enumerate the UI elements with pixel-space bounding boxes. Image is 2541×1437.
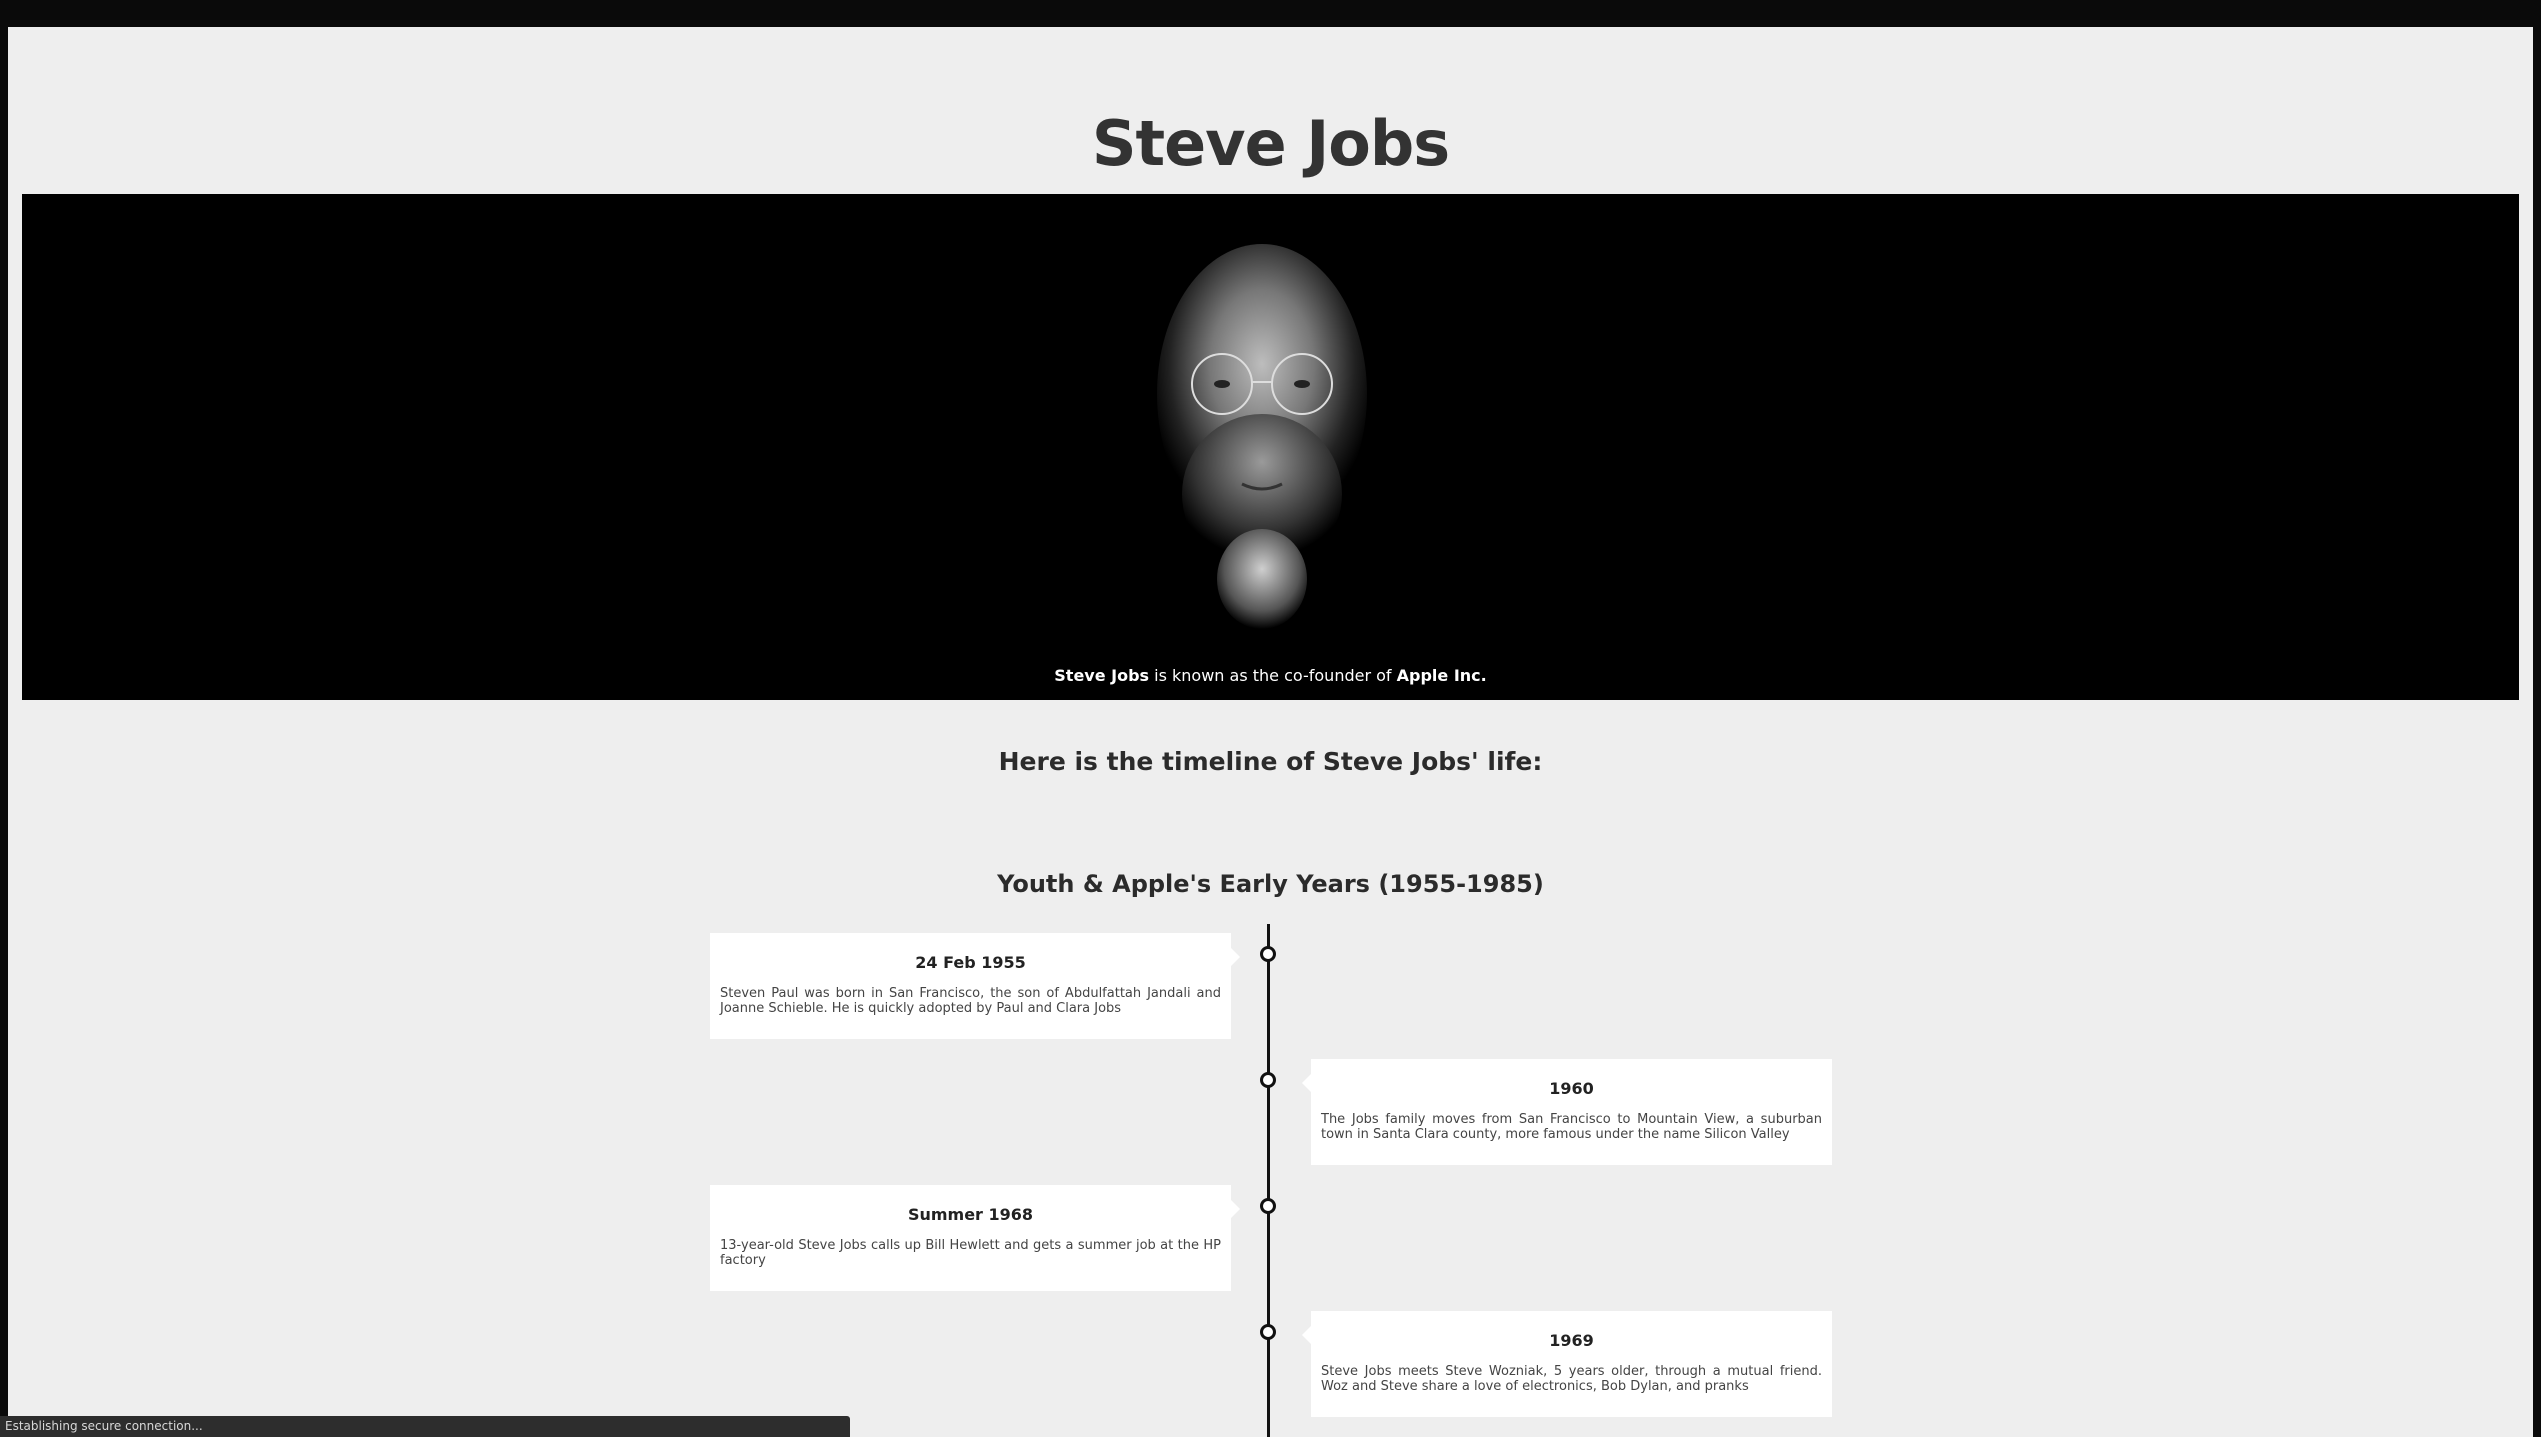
era-title: Youth & Apple's Early Years (1955-1985) bbox=[997, 870, 1544, 898]
event-date: Summer 1968 bbox=[907, 1205, 1034, 1224]
timeline-dot bbox=[1260, 1198, 1276, 1214]
timeline-event: 24 Feb 1955 Steven Paul was born in San … bbox=[710, 933, 1240, 1039]
timeline-dot bbox=[1260, 1072, 1276, 1088]
timeline-event: 1960 The Jobs family moves from San Fran… bbox=[1302, 1059, 1832, 1165]
caption-text: is known as the co-founder of bbox=[1149, 666, 1397, 685]
event-text: Steve Jobs meets Steve Wozniak, 5 years … bbox=[1321, 1364, 1822, 1394]
hero-banner: Steve Jobs is known as the co-founder of… bbox=[22, 194, 2519, 700]
steve-jobs-portrait bbox=[1157, 244, 1367, 629]
timeline-intro: Here is the timeline of Steve Jobs' life… bbox=[998, 747, 1543, 776]
caption-company: Apple Inc. bbox=[1396, 666, 1487, 685]
event-date: 1969 bbox=[1549, 1331, 1594, 1350]
timeline-event: 1969 Steve Jobs meets Steve Wozniak, 5 y… bbox=[1302, 1311, 1832, 1417]
event-date: 1960 bbox=[1549, 1079, 1594, 1098]
timeline-dot bbox=[1260, 946, 1276, 962]
event-date: 24 Feb 1955 bbox=[915, 953, 1026, 972]
timeline-dot bbox=[1260, 1324, 1276, 1340]
timeline-event: Summer 1968 13-year-old Steve Jobs calls… bbox=[710, 1185, 1240, 1291]
timeline-line bbox=[1267, 924, 1270, 1437]
status-bar: Establishing secure connection... bbox=[0, 1416, 850, 1437]
page-title: Steve Jobs bbox=[1091, 107, 1450, 180]
caption-name: Steve Jobs bbox=[1054, 666, 1150, 685]
event-text: The Jobs family moves from San Francisco… bbox=[1321, 1112, 1822, 1142]
event-text: 13-year-old Steve Jobs calls up Bill Hew… bbox=[720, 1238, 1221, 1268]
page: Steve Jobs Steve Jobs is known as the co… bbox=[8, 27, 2533, 1437]
hero-caption: Steve Jobs is known as the co-founder of… bbox=[22, 666, 2519, 685]
event-text: Steven Paul was born in San Francisco, t… bbox=[720, 986, 1221, 1016]
